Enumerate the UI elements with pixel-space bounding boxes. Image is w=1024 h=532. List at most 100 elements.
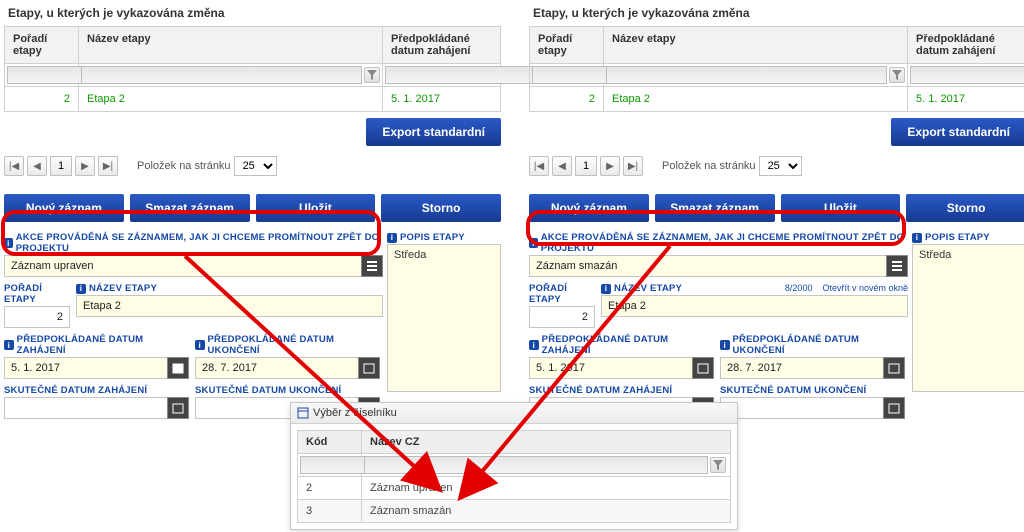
nazev-input[interactable] — [601, 295, 908, 317]
pager-select[interactable]: 25 — [759, 156, 802, 176]
funnel-icon[interactable] — [364, 67, 380, 83]
pager-next[interactable]: ▶ — [600, 156, 620, 176]
akce-input[interactable] — [529, 255, 887, 277]
calendar-icon[interactable] — [883, 357, 905, 379]
cell-poradi: 2 — [530, 87, 604, 111]
grid-header-datum: Předpokládané datum zahájení — [908, 27, 1024, 63]
grid-header-nazev: Název etapy — [604, 27, 908, 63]
form-area: iAKCE PROVÁDĚNÁ SE ZÁZNAMEM, JAK JI CHCE… — [529, 232, 1024, 419]
delete-button[interactable]: Smazat záznam — [130, 194, 250, 222]
info-icon: i — [4, 238, 13, 248]
calendar-icon[interactable] — [692, 357, 714, 379]
new-button[interactable]: Nový záznam — [4, 194, 124, 222]
grid-filter-row — [529, 63, 1024, 87]
filter-nazev[interactable] — [81, 66, 362, 84]
export-button[interactable]: Export standardní — [366, 118, 501, 146]
pager-first[interactable]: |◀ — [529, 156, 549, 176]
info-icon: i — [529, 340, 539, 350]
skutzah-input[interactable] — [4, 397, 168, 419]
delete-button[interactable]: Smazat záznam — [655, 194, 775, 222]
predzah-label: iPŘEDPOKLÁDANÉ DATUM ZAHÁJENÍ — [529, 334, 714, 356]
predzah-input[interactable] — [529, 357, 693, 379]
pager-last[interactable]: ▶| — [98, 156, 118, 176]
info-icon: i — [601, 284, 611, 294]
pager-prev[interactable]: ◀ — [552, 156, 572, 176]
popis-textarea[interactable]: Středa — [912, 244, 1024, 392]
filter-datum[interactable] — [910, 66, 1024, 84]
predukon-input[interactable] — [195, 357, 359, 379]
popis-label: iPOPIS ETAPY — [912, 232, 1024, 243]
cell-nazev: Etapa 2 — [79, 87, 383, 111]
lookup-icon[interactable] — [361, 255, 383, 277]
grid-header-poradi: Pořadí etapy — [530, 27, 604, 63]
calendar-icon[interactable] — [167, 357, 189, 379]
lookup-row[interactable]: 2 Záznam upraven — [297, 477, 731, 500]
panel-left: Etapy, u kterých je vykazována změna Poř… — [4, 0, 501, 419]
info-icon: i — [4, 340, 14, 350]
save-button[interactable]: Uložit — [256, 194, 376, 222]
skutukon-input[interactable] — [720, 397, 884, 419]
cell-datum: 5. 1. 2017 — [908, 87, 1024, 111]
lookup-title: Výběr z číselníku — [291, 403, 737, 424]
info-icon: i — [387, 233, 397, 243]
skutukon-label: SKUTEČNÉ DATUM UKONČENÍ — [720, 385, 905, 396]
calendar-icon[interactable] — [883, 397, 905, 419]
grid-header: Pořadí etapy Název etapy Předpokládané d… — [4, 26, 501, 63]
funnel-icon[interactable] — [889, 67, 905, 83]
pager-prev[interactable]: ◀ — [27, 156, 47, 176]
pager-first[interactable]: |◀ — [4, 156, 24, 176]
section-title: Etapy, u kterých je vykazována změna — [4, 0, 501, 26]
lookup-cell-kod: 3 — [298, 500, 362, 522]
info-icon: i — [912, 233, 922, 243]
filter-nazev[interactable] — [606, 66, 887, 84]
akce-input[interactable] — [4, 255, 362, 277]
pager-last[interactable]: ▶| — [623, 156, 643, 176]
grid-header-datum: Předpokládané datum zahájení — [383, 27, 500, 63]
pager-label: Položek na stránku — [662, 160, 756, 172]
lookup-icon[interactable] — [886, 255, 908, 277]
cancel-button[interactable]: Storno — [906, 194, 1024, 222]
lookup-filter-nazev[interactable] — [364, 456, 708, 474]
predzah-input[interactable] — [4, 357, 168, 379]
pager-select[interactable]: 25 — [234, 156, 277, 176]
action-row: Nový záznam Smazat záznam Uložit Storno — [529, 194, 1024, 222]
info-icon: i — [76, 284, 86, 294]
skutzah-label: SKUTEČNÉ DATUM ZAHÁJENÍ — [529, 385, 714, 396]
calendar-icon[interactable] — [167, 397, 189, 419]
pager-page[interactable] — [50, 156, 72, 176]
skutukon-label: SKUTEČNÉ DATUM UKONČENÍ — [195, 385, 380, 396]
cell-datum: 5. 1. 2017 — [383, 87, 500, 111]
open-new-window[interactable]: Otevřít v novém okně — [822, 283, 908, 295]
pager-next[interactable]: ▶ — [75, 156, 95, 176]
funnel-icon[interactable] — [710, 457, 726, 473]
cell-nazev: Etapa 2 — [604, 87, 908, 111]
char-count: 8/2000 — [785, 283, 813, 295]
predukon-input[interactable] — [720, 357, 884, 379]
lookup-row[interactable]: 3 Záznam smazán — [297, 500, 731, 523]
popis-textarea[interactable]: Středa — [387, 244, 501, 392]
export-button[interactable]: Export standardní — [891, 118, 1024, 146]
filter-datum[interactable] — [385, 66, 537, 84]
save-button[interactable]: Uložit — [781, 194, 901, 222]
table-row[interactable]: 2 Etapa 2 5. 1. 2017 — [4, 87, 501, 112]
cancel-button[interactable]: Storno — [381, 194, 501, 222]
info-icon: i — [720, 340, 730, 350]
nazev-input[interactable] — [76, 295, 383, 317]
new-button[interactable]: Nový záznam — [529, 194, 649, 222]
predukon-label: iPŘEDPOKLÁDANÉ DATUM UKONČENÍ — [720, 334, 905, 356]
poradi-label: POŘADÍ ETAPY — [4, 283, 70, 305]
pager-page[interactable] — [575, 156, 597, 176]
grid-header: Pořadí etapy Název etapy Předpokládané d… — [529, 26, 1024, 63]
poradi-input[interactable] — [4, 306, 70, 328]
info-icon: i — [529, 238, 538, 248]
skutzah-label: SKUTEČNÉ DATUM ZAHÁJENÍ — [4, 385, 189, 396]
pager: |◀ ◀ ▶ ▶| Položek na stránku 25 — [529, 146, 1024, 176]
table-row[interactable]: 2 Etapa 2 5. 1. 2017 — [529, 87, 1024, 112]
lookup-dialog: Výběr z číselníku Kód Název CZ 2 Záznam … — [290, 402, 738, 530]
lookup-header-nazev: Název CZ — [362, 431, 728, 453]
calendar-icon[interactable] — [358, 357, 380, 379]
section-title: Etapy, u kterých je vykazována změna — [529, 0, 1024, 26]
predukon-label: iPŘEDPOKLÁDANÉ DATUM UKONČENÍ — [195, 334, 380, 356]
poradi-input[interactable] — [529, 306, 595, 328]
action-row: Nový záznam Smazat záznam Uložit Storno — [4, 194, 501, 222]
